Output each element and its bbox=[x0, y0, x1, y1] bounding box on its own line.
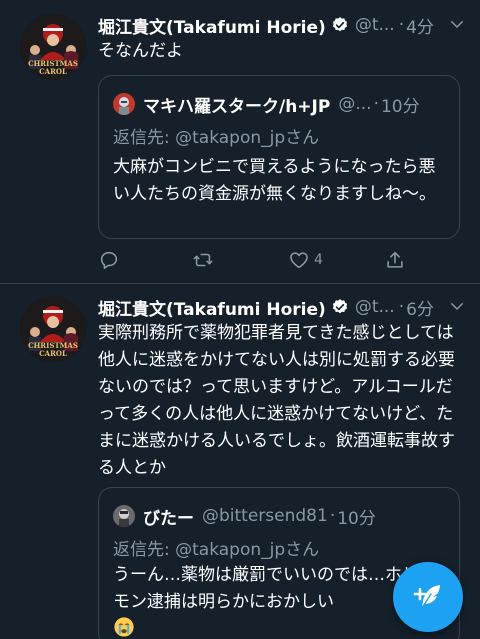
share-icon bbox=[387, 251, 403, 268]
like-button[interactable]: 4 bbox=[288, 247, 323, 273]
quote-text: うーん…薬物は厳罰でいいのでは…ホリエモン逮捕は明らかにおかしい bbox=[113, 565, 436, 612]
chevron-down-icon[interactable] bbox=[448, 15, 466, 33]
quote-author-handle: @... bbox=[338, 94, 372, 114]
tweet-timestamp[interactable]: 6分 bbox=[406, 295, 434, 320]
quoted-tweet[interactable]: マキハ羅スターク/h+JP @... · 10分 返信先: @takapon_j… bbox=[98, 75, 460, 239]
author-avatar[interactable]: CHRISTMAS CAROL bbox=[20, 296, 86, 362]
tweet-card[interactable]: CHRISTMAS CAROL 堀江貴文(Takafumi Horie) @t.… bbox=[0, 0, 480, 283]
share-button[interactable] bbox=[384, 247, 406, 273]
separator-dot: · bbox=[398, 15, 405, 35]
tweet-timestamp[interactable]: 4分 bbox=[406, 13, 434, 38]
tweet-text: 実際刑務所で薬物犯罪者見てきた感じとしては他人に迷惑をかけてない人は別に処罰する… bbox=[98, 323, 455, 478]
retweet-button[interactable] bbox=[192, 247, 214, 273]
reply-icon bbox=[100, 251, 118, 270]
quote-timestamp: 10分 bbox=[380, 96, 420, 117]
author-handle[interactable]: @t... bbox=[355, 15, 395, 35]
author-name[interactable]: 堀江貴文(Takafumi Horie) bbox=[98, 13, 326, 38]
tweet-header: 堀江貴文(Takafumi Horie) @t... · 4分 bbox=[98, 12, 466, 38]
separator-dot: · bbox=[373, 94, 379, 114]
author-avatar[interactable]: CHRISTMAS CAROL bbox=[20, 14, 86, 80]
quote-reply-to: 返信先: @takapon_jpさん bbox=[113, 128, 320, 148]
avatar-logo-text: CAROL bbox=[39, 349, 67, 358]
tweet-header: 堀江貴文(Takafumi Horie) @t... · 6分 bbox=[98, 294, 466, 320]
quote-author-avatar bbox=[113, 93, 135, 115]
quote-header: びたー @bittersend81 · 10分 bbox=[113, 502, 451, 530]
quote-text: 大麻がコンビニで買えるようになったら悪い人たちの資金源が無くなりますしね〜。 bbox=[113, 157, 436, 204]
heart-icon bbox=[290, 252, 308, 269]
avatar-logo-text: CAROL bbox=[39, 67, 67, 76]
quote-header: マキハ羅スターク/h+JP @... · 10分 bbox=[113, 90, 451, 118]
quote-timestamp: 10分 bbox=[337, 508, 376, 529]
reply-button[interactable] bbox=[98, 247, 120, 273]
verified-badge-icon bbox=[332, 17, 347, 32]
compose-feather-icon bbox=[413, 585, 440, 609]
chevron-down-icon[interactable] bbox=[448, 297, 466, 315]
tweet-actions: 4 bbox=[98, 247, 408, 273]
quote-author-name: マキハ羅スターク/h+JP bbox=[143, 96, 331, 117]
separator-dot: · bbox=[398, 297, 405, 317]
verified-badge-icon bbox=[332, 299, 347, 314]
quote-author-name: びたー bbox=[143, 508, 194, 529]
quote-author-avatar bbox=[113, 505, 135, 527]
separator-dot: · bbox=[329, 506, 336, 526]
crying-face-emoji bbox=[114, 617, 134, 637]
like-count: 4 bbox=[314, 252, 323, 268]
compose-button[interactable] bbox=[393, 562, 463, 632]
quote-author-handle: @bittersend81 bbox=[202, 506, 328, 526]
retweet-icon bbox=[193, 253, 213, 267]
quote-reply-to: 返信先: @takapon_jpさん bbox=[113, 540, 320, 560]
author-handle[interactable]: @t... bbox=[355, 297, 395, 317]
author-name[interactable]: 堀江貴文(Takafumi Horie) bbox=[98, 295, 326, 320]
tweet-text: そなんだよ bbox=[98, 41, 183, 61]
